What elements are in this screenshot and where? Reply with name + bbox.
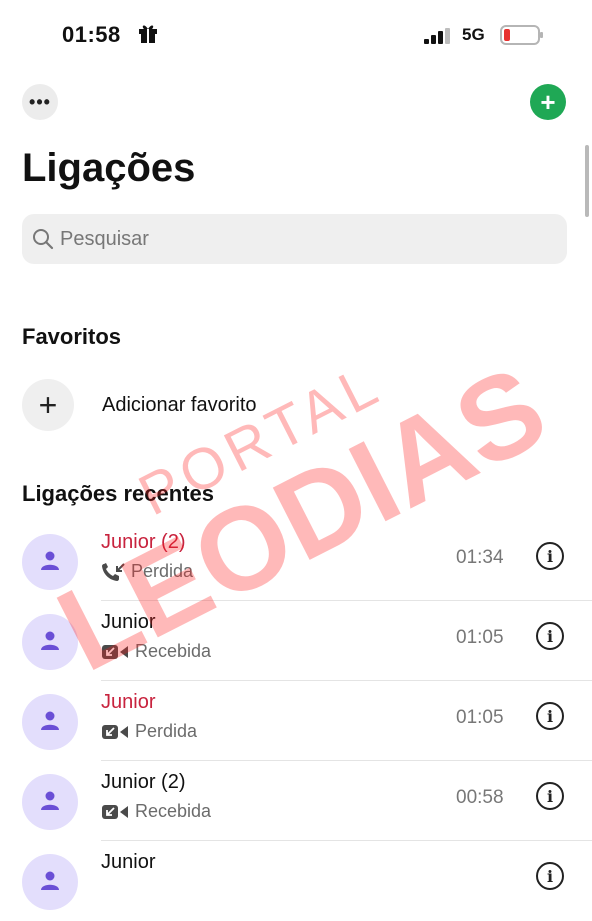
page-title: Ligações — [22, 146, 196, 190]
call-row[interactable]: Junior Recebida 01:05 i — [0, 601, 592, 681]
add-favorite-label: Adicionar favorito — [102, 393, 257, 416]
status-bar: 01:58 5G — [0, 0, 592, 80]
signal-icon — [424, 28, 450, 44]
caller-name: Junior — [101, 851, 156, 873]
gift-icon — [139, 25, 157, 43]
search-input[interactable] — [60, 214, 550, 264]
add-favorite-row[interactable]: + Adicionar favorito — [22, 379, 567, 431]
caller-name: Junior — [101, 691, 156, 713]
avatar — [22, 854, 78, 910]
new-call-button[interactable]: + — [530, 84, 566, 120]
person-icon — [41, 791, 59, 810]
call-time: 01:05 — [456, 627, 504, 648]
caller-name: Junior (2) — [101, 531, 186, 553]
person-icon — [41, 711, 59, 730]
avatar — [22, 534, 78, 590]
call-type-label: Perdida — [131, 561, 194, 581]
call-type: Perdida — [101, 721, 197, 742]
call-row[interactable]: Junior Perdida 01:05 i — [0, 681, 592, 761]
call-type-label: Recebida — [135, 801, 212, 821]
call-time: 01:05 — [456, 707, 504, 728]
caller-name: Junior — [101, 611, 156, 633]
video-incoming-icon — [102, 804, 128, 819]
person-icon — [41, 551, 59, 570]
call-row[interactable]: Junior i — [0, 841, 592, 921]
call-time: 00:58 — [456, 787, 504, 808]
call-type: Perdida — [101, 561, 193, 582]
info-icon[interactable]: i — [536, 862, 564, 890]
more-options-button[interactable]: ••• — [22, 84, 58, 120]
person-icon — [41, 631, 59, 650]
avatar — [22, 614, 78, 670]
call-type-label: Recebida — [135, 641, 212, 661]
call-row[interactable]: Junior (2) Recebida 00:58 i — [0, 761, 592, 841]
call-row[interactable]: Junior (2) Perdida 01:34 i — [0, 521, 592, 601]
battery-low-icon — [500, 25, 543, 45]
call-type: Recebida — [101, 641, 211, 662]
status-time: 01:58 — [62, 22, 121, 47]
recent-calls-heading: Ligações recentes — [22, 481, 214, 506]
call-type-label: Perdida — [135, 721, 198, 741]
favorites-heading: Favoritos — [22, 324, 122, 349]
avatar — [22, 694, 78, 750]
info-icon[interactable]: i — [536, 782, 564, 810]
caller-name: Junior (2) — [101, 771, 186, 793]
info-icon[interactable]: i — [536, 542, 564, 570]
info-icon[interactable]: i — [536, 622, 564, 650]
phone-missed-icon — [102, 562, 125, 581]
plus-icon: + — [22, 379, 74, 431]
scrollbar[interactable] — [585, 145, 589, 217]
search-icon — [33, 229, 54, 250]
call-type: Recebida — [101, 801, 211, 822]
video-incoming-icon — [102, 724, 128, 739]
search-bar[interactable] — [22, 214, 567, 264]
video-incoming-icon — [102, 644, 128, 659]
call-time: 01:34 — [456, 547, 504, 568]
avatar — [22, 774, 78, 830]
network-type: 5G — [462, 25, 485, 44]
person-icon — [41, 871, 59, 890]
info-icon[interactable]: i — [536, 702, 564, 730]
